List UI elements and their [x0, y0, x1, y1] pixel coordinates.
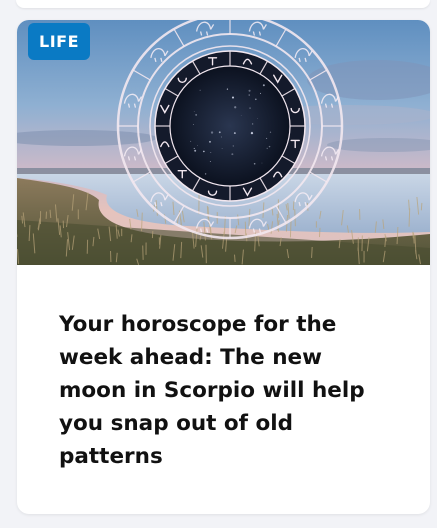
- previous-card-edge[interactable]: [16, 0, 430, 8]
- category-badge[interactable]: LIFE: [28, 23, 91, 60]
- article-headline[interactable]: Your horoscope for the week ahead: The n…: [59, 308, 389, 473]
- article-card[interactable]: LIFE Your horoscope for the week ahead: …: [17, 20, 430, 514]
- article-hero-image[interactable]: LIFE: [17, 20, 430, 265]
